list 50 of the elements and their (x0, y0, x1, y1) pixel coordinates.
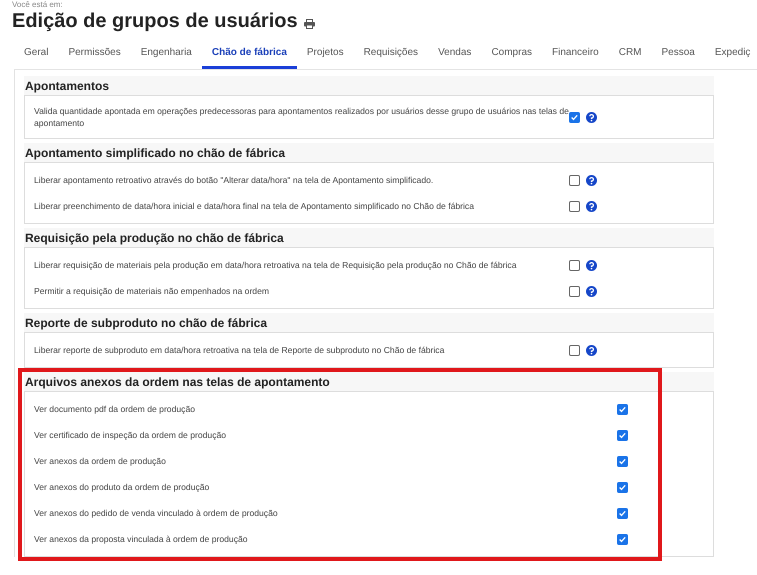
setting-label: Valida quantidade apontada em operações predecessoras para apontamentos realizados por usuários desse grupo de usuários nas telas de apontamento (34, 105, 569, 129)
tab[interactable]: CRM (608, 41, 652, 69)
setting-label: Liberar reporte de subproduto em data/hora retroativa na tela de Reporte de subproduto no Chão de fábrica (34, 344, 446, 356)
setting-label: Liberar apontamento retroativo através do botão "Alterar data/hora" na tela de Apontamento simplificado. (34, 174, 434, 186)
setting-label: Permitir a requisição de materiais não empenhados na ordem (34, 285, 270, 297)
checkbox[interactable] (617, 404, 628, 414)
checkbox[interactable] (569, 112, 580, 122)
setting-label: Ver certificado de inspeção da ordem de produção (34, 429, 228, 441)
checkbox[interactable] (569, 200, 580, 212)
tab[interactable]: Geral (14, 41, 58, 69)
setting-label: Ver anexos da ordem de produção (34, 455, 167, 467)
help-icon[interactable] (586, 200, 597, 212)
help-icon[interactable] (586, 286, 597, 296)
tab[interactable]: Pessoa (652, 41, 705, 69)
tab[interactable]: Compras (481, 41, 542, 69)
setting-label: Ver anexos do produto da ordem de produção (34, 481, 210, 493)
print-icon[interactable] (304, 19, 315, 29)
section-heading: Apontamentos (24, 76, 714, 95)
checkbox[interactable] (569, 174, 580, 186)
tab[interactable]: Projetos (296, 41, 354, 69)
checkbox[interactable] (617, 430, 628, 440)
tab[interactable]: Requisições (354, 41, 428, 69)
checkbox[interactable] (617, 456, 628, 466)
help-icon[interactable] (586, 260, 597, 270)
checkbox[interactable] (569, 260, 580, 270)
section-heading: Arquivos anexos da ordem nas telas de apontamento (24, 372, 714, 391)
setting-label: Liberar requisição de materiais pela produção em data/hora retroativa na tela de Requisição pela produção no Chão de fábrica (34, 259, 518, 271)
section-heading: Apontamento simplificado no chão de fábrica (24, 143, 714, 162)
setting-label: Ver anexos do pedido de venda vinculado à ordem de produção (34, 507, 279, 519)
tab[interactable]: Chão de fábrica (202, 41, 297, 69)
setting-label: Liberar preenchimento de data/hora inicial e data/hora final na tela de Apontamento simplificado no Chão de fábrica (34, 200, 475, 212)
help-icon[interactable] (586, 344, 597, 356)
breadcrumb-label: Você está em: (11, 0, 64, 9)
help-icon[interactable] (586, 174, 597, 186)
page-title: Edição de grupos de usuários (12, 10, 298, 32)
checkbox[interactable] (569, 344, 580, 356)
checkbox[interactable] (617, 482, 628, 492)
tab[interactable]: Financeiro (542, 41, 609, 69)
tab[interactable]: Expediç (704, 41, 757, 69)
checkbox[interactable] (617, 508, 628, 518)
checkbox[interactable] (617, 534, 628, 544)
tab[interactable]: Vendas (428, 41, 482, 69)
checkbox[interactable] (569, 286, 580, 296)
tab[interactable]: Permissões (58, 41, 131, 69)
setting-label: Ver documento pdf da ordem de produção (34, 403, 196, 415)
section-heading: Reporte de subproduto no chão de fábrica (24, 313, 714, 332)
help-icon[interactable] (586, 112, 597, 122)
tab[interactable]: Engenharia (130, 41, 202, 69)
setting-label: Ver anexos da proposta vinculada à ordem de produção (34, 533, 249, 545)
section-heading: Requisição pela produção no chão de fábrica (24, 228, 714, 247)
